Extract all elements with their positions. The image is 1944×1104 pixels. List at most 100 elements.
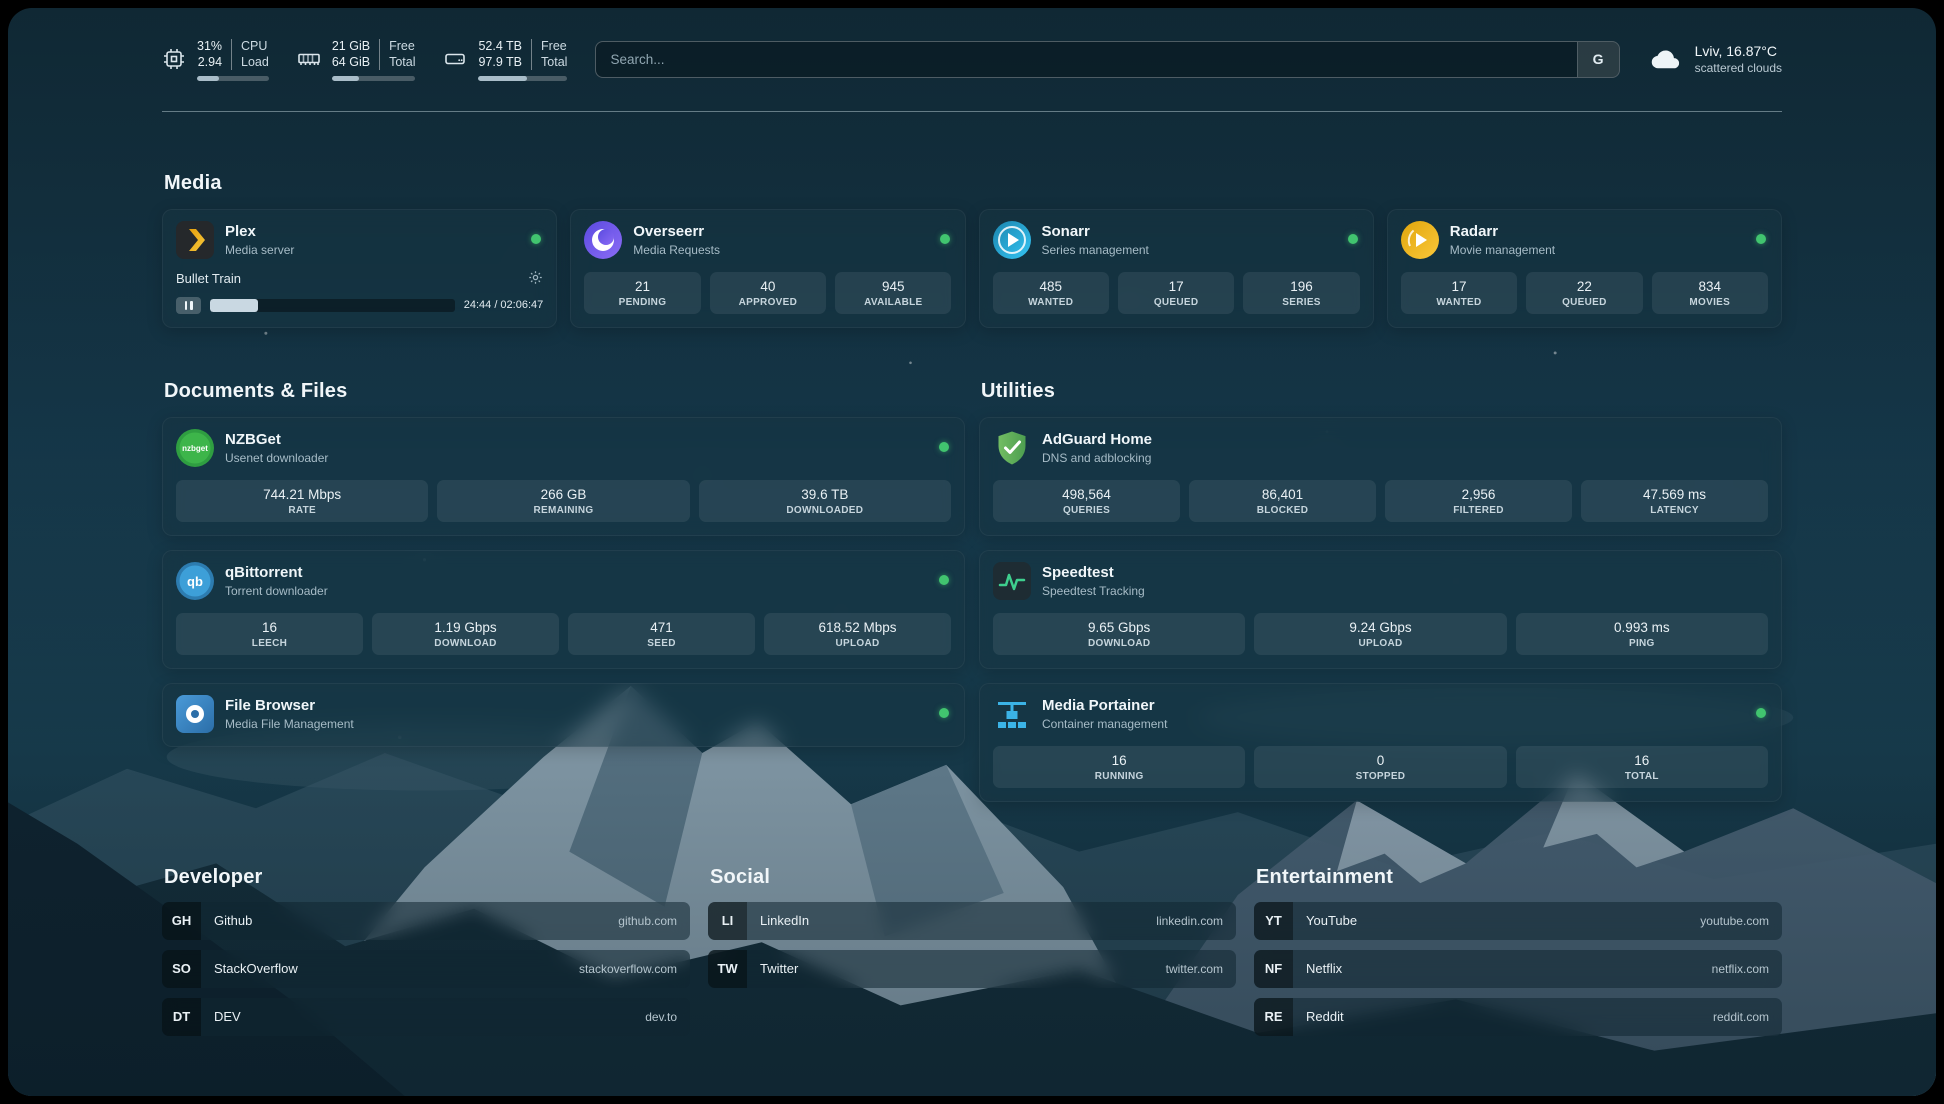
disk-label-bottom: Total <box>541 54 567 70</box>
service-subtitle: Media Requests <box>633 243 720 257</box>
section-title-documents: Documents & Files <box>164 380 965 403</box>
service-title: Speedtest <box>1042 564 1145 582</box>
speedtest-icon <box>993 562 1031 600</box>
service-card-adguard[interactable]: AdGuard Home DNS and adblocking 498,564 … <box>979 417 1782 536</box>
playback-time: 24:44 / 02:06:47 <box>464 299 544 311</box>
filebrowser-icon <box>176 695 214 733</box>
service-card-speedtest[interactable]: Speedtest Speedtest Tracking 9.65 Gbps D… <box>979 550 1782 669</box>
bookmark-github[interactable]: GH Github github.com <box>162 902 690 940</box>
stat-total: 16 TOTAL <box>1516 746 1768 788</box>
service-title: Radarr <box>1450 223 1555 241</box>
stat-remaining: 266 GB REMAINING <box>437 480 689 522</box>
bookmark-linkedin[interactable]: LI LinkedIn linkedin.com <box>708 902 1236 940</box>
stat-blocked: 86,401 BLOCKED <box>1189 480 1376 522</box>
cpu-readout: 31% 2.94 CPU Load <box>197 38 269 81</box>
cloud-icon <box>1648 41 1684 77</box>
bookmark-domain: dev.to <box>645 1010 677 1024</box>
nzbget-icon: nzbget <box>176 429 214 467</box>
status-indicator <box>1348 234 1358 244</box>
bookmark-name: Reddit <box>1306 1009 1344 1024</box>
disk-total: 97.9 TB <box>478 54 522 70</box>
stat-seed: 471 SEED <box>568 613 755 655</box>
plex-icon <box>176 221 214 259</box>
disk-icon <box>443 47 467 71</box>
bookmark-domain: linkedin.com <box>1156 914 1223 928</box>
bookmark-twitter[interactable]: TW Twitter twitter.com <box>708 950 1236 988</box>
stat-downloaded: 39.6 TB DOWNLOADED <box>699 480 951 522</box>
divider <box>531 39 532 70</box>
status-indicator <box>939 442 949 452</box>
bookmark-reddit[interactable]: RE Reddit reddit.com <box>1254 998 1782 1036</box>
stat-series: 196 SERIES <box>1243 272 1359 314</box>
stat-wanted: 17 WANTED <box>1401 272 1517 314</box>
service-subtitle: Container management <box>1042 717 1167 731</box>
bookmark-domain: reddit.com <box>1713 1010 1769 1024</box>
section-media: Media Plex <box>162 172 1782 328</box>
stat-rate: 744.21 Mbps RATE <box>176 480 428 522</box>
disk-free: 52.4 TB <box>478 38 522 54</box>
stat-latency: 47.569 ms LATENCY <box>1581 480 1768 522</box>
playback-progress-bar[interactable] <box>210 299 455 312</box>
disk-readout: 52.4 TB 97.9 TB Free Total <box>478 38 567 81</box>
cpu-progress-bar <box>197 76 269 81</box>
stat-upload: 9.24 Gbps UPLOAD <box>1254 613 1506 655</box>
stat-queued: 22 QUEUED <box>1526 272 1642 314</box>
now-playing-title: Bullet Train <box>176 271 241 286</box>
stat-stopped: 0 STOPPED <box>1254 746 1506 788</box>
status-indicator <box>939 708 949 718</box>
stat-download: 9.65 Gbps DOWNLOAD <box>993 613 1245 655</box>
cpu-label-bottom: Load <box>241 54 269 70</box>
section-title-utilities: Utilities <box>981 380 1782 403</box>
stat-wanted: 485 WANTED <box>993 272 1109 314</box>
bookmark-group-social: Social LI LinkedIn linkedin.com TW Twitt… <box>708 866 1236 988</box>
stat-available: 945 AVAILABLE <box>835 272 951 314</box>
service-title: Overseerr <box>633 223 720 241</box>
memory-total: 64 GiB <box>332 54 370 70</box>
bookmark-dev[interactable]: DT DEV dev.to <box>162 998 690 1036</box>
bookmark-domain: stackoverflow.com <box>579 962 677 976</box>
memory-label-top: Free <box>389 38 415 54</box>
disk-progress-bar <box>478 76 567 81</box>
service-card-filebrowser[interactable]: File Browser Media File Management <box>162 683 965 747</box>
gear-icon[interactable] <box>528 270 543 288</box>
stat-upload: 618.52 Mbps UPLOAD <box>764 613 951 655</box>
section-title-social: Social <box>710 866 1236 889</box>
bookmark-name: LinkedIn <box>760 913 809 928</box>
service-card-radarr[interactable]: Radarr Movie management 17 WANTED 22 QUE… <box>1387 209 1782 328</box>
service-card-portainer[interactable]: Media Portainer Container management 16 … <box>979 683 1782 802</box>
bookmark-name: Netflix <box>1306 961 1342 976</box>
service-subtitle: Media server <box>225 243 294 257</box>
search-input[interactable] <box>595 41 1619 78</box>
service-subtitle: Usenet downloader <box>225 451 328 465</box>
stat-movies: 834 MOVIES <box>1652 272 1768 314</box>
bookmark-netflix[interactable]: NF Netflix netflix.com <box>1254 950 1782 988</box>
topbar-divider <box>162 111 1782 112</box>
service-title: File Browser <box>225 697 354 715</box>
bookmark-youtube[interactable]: YT YouTube youtube.com <box>1254 902 1782 940</box>
pause-button[interactable] <box>176 297 201 314</box>
bookmark-abbr: TW <box>708 950 747 988</box>
divider <box>379 39 380 70</box>
status-indicator <box>1756 234 1766 244</box>
service-card-qbittorrent[interactable]: qb qBittorrent Torrent downloader 16 LEE… <box>162 550 965 669</box>
weather-condition: scattered clouds <box>1695 61 1782 75</box>
service-card-plex[interactable]: Plex Media server Bullet Train <box>162 209 557 328</box>
service-subtitle: Series management <box>1042 243 1149 257</box>
service-card-nzbget[interactable]: nzbget NZBGet Usenet downloader 744.21 M… <box>162 417 965 536</box>
status-indicator <box>940 234 950 244</box>
service-title: Sonarr <box>1042 223 1149 241</box>
bookmark-abbr: DT <box>162 998 201 1036</box>
bookmark-stackoverflow[interactable]: SO StackOverflow stackoverflow.com <box>162 950 690 988</box>
bookmark-abbr: NF <box>1254 950 1293 988</box>
weather-location: Lviv, 16.87°C <box>1695 43 1782 59</box>
service-card-overseerr[interactable]: Overseerr Media Requests 21 PENDING 40 A… <box>570 209 965 328</box>
stat-filtered: 2,956 FILTERED <box>1385 480 1572 522</box>
service-card-sonarr[interactable]: Sonarr Series management 485 WANTED 17 Q… <box>979 209 1374 328</box>
portainer-icon <box>993 695 1031 733</box>
service-title: AdGuard Home <box>1042 431 1152 449</box>
bookmark-domain: twitter.com <box>1166 962 1223 976</box>
bookmark-name: DEV <box>214 1009 241 1024</box>
memory-label-bottom: Total <box>389 54 415 70</box>
search-provider-button[interactable]: G <box>1577 42 1619 77</box>
bookmark-domain: youtube.com <box>1700 914 1769 928</box>
